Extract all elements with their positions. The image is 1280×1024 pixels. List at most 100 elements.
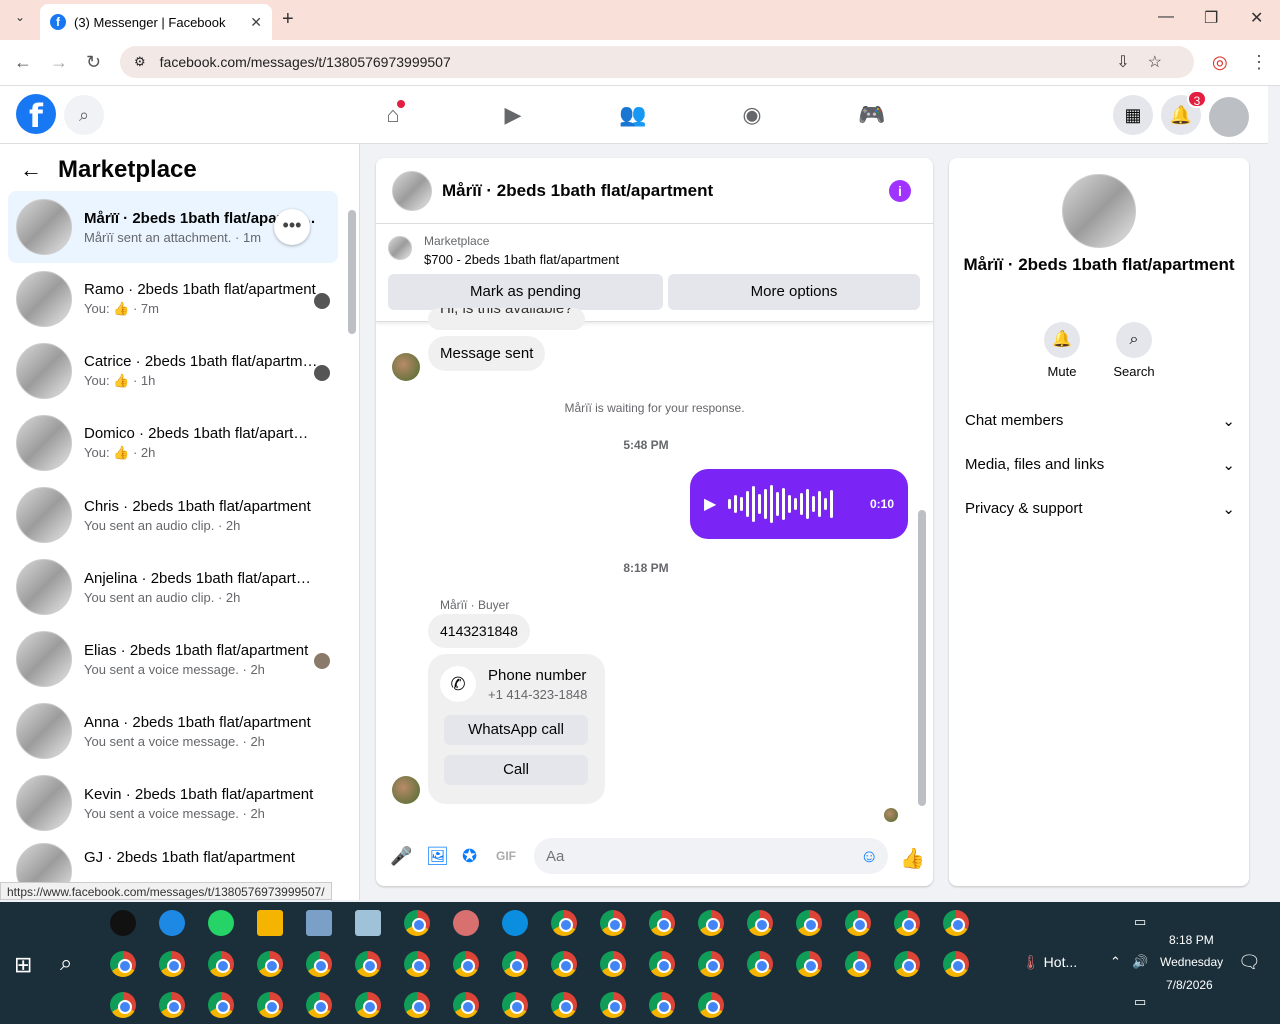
message-input[interactable] [534, 838, 888, 874]
chrome-icon[interactable] [404, 992, 430, 1018]
more-options-icon[interactable]: ••• [274, 209, 310, 245]
profile-icon[interactable]: ◎ [1212, 52, 1228, 73]
more-options-button[interactable]: More options [668, 274, 920, 310]
chrome-icon[interactable] [502, 992, 528, 1018]
chrome-icon[interactable] [208, 951, 234, 977]
chrome-icon[interactable] [208, 992, 234, 1018]
chrome-icon[interactable] [698, 910, 724, 936]
tab-search-chevron-icon[interactable]: ⌄ [8, 10, 32, 30]
chrome-icon[interactable] [600, 951, 626, 977]
forward-icon[interactable]: → [50, 52, 68, 73]
conversation-item[interactable]: Mårïï · 2beds 1bath flat/apartment Mårïï … [8, 191, 338, 263]
edge-icon[interactable] [159, 910, 185, 936]
chrome-icon[interactable] [600, 910, 626, 936]
reload-icon[interactable]: ↻ [86, 52, 101, 73]
conversation-item[interactable]: Anjelina · 2beds 1bath flat/apartment You… [8, 551, 338, 623]
gif-icon[interactable]: GIF [496, 849, 516, 863]
site-info-icon[interactable]: ⚙ [134, 54, 146, 70]
tray-chevron-icon[interactable]: ⌃ [1110, 954, 1121, 970]
minimize-icon[interactable]: — [1158, 8, 1174, 26]
conversation-item[interactable]: Ramo · 2beds 1bath flat/apartment You: 👍 … [8, 263, 338, 335]
mute-button[interactable]: 🔔 Mute [1032, 322, 1092, 379]
conversation-item[interactable]: Elias · 2beds 1bath flat/apartment You se… [8, 623, 338, 695]
account-avatar[interactable] [1209, 97, 1249, 137]
gaming-icon[interactable]: 🎮 [852, 98, 892, 132]
chrome-icon[interactable] [551, 951, 577, 977]
back-arrow-icon[interactable]: ← [20, 157, 42, 183]
mark-pending-button[interactable]: Mark as pending [388, 274, 663, 310]
chrome-icon[interactable] [698, 992, 724, 1018]
chrome-icon[interactable] [600, 992, 626, 1018]
chrome-icon[interactable] [747, 951, 773, 977]
chrome-icon[interactable] [453, 951, 479, 977]
home-icon[interactable]: ⌂ [373, 98, 413, 132]
chrome-icon[interactable] [404, 951, 430, 977]
section-media-files[interactable]: Media, files and links ⌄ [965, 456, 1235, 480]
chrome-icon[interactable] [894, 951, 920, 977]
sticker-icon[interactable]: ✪ [462, 846, 477, 867]
call-button[interactable]: Call [444, 755, 588, 785]
close-window-icon[interactable]: ✕ [1250, 8, 1263, 28]
sender-avatar[interactable] [392, 353, 420, 381]
chrome-icon[interactable] [404, 910, 430, 936]
sidebar-scrollbar[interactable] [348, 210, 356, 334]
whatsapp-icon[interactable] [208, 910, 234, 936]
chrome-icon[interactable] [698, 951, 724, 977]
chrome-icon[interactable] [257, 992, 283, 1018]
chrome-icon[interactable] [355, 951, 381, 977]
volume-icon[interactable]: 🔊 [1132, 954, 1148, 970]
conversation-item[interactable]: Catrice · 2beds 1bath flat/apartment You:… [8, 335, 338, 407]
search-button[interactable]: ⌕ Search [1104, 322, 1164, 379]
network-icon[interactable]: ▭ [1134, 994, 1146, 1010]
file-explorer-icon[interactable] [257, 910, 283, 936]
app-icon[interactable] [355, 910, 381, 936]
chrome-icon[interactable] [159, 992, 185, 1018]
windows-start-icon[interactable]: ⊞ [14, 952, 32, 978]
conversation-item[interactable]: Chris · 2beds 1bath flat/apartment You se… [8, 479, 338, 551]
conversation-item[interactable]: Domico · 2beds 1bath flat/apartment You: … [8, 407, 338, 479]
section-chat-members[interactable]: Chat members ⌄ [965, 412, 1235, 436]
install-bookmark-icons[interactable]: ⇩☆ [1116, 52, 1180, 72]
chrome-icon[interactable] [110, 951, 136, 977]
new-tab-icon[interactable]: + [282, 8, 294, 31]
emoji-icon[interactable]: ☺ [860, 846, 878, 867]
like-icon[interactable]: 👍 [900, 846, 925, 871]
tray-device-icon[interactable]: ▭ [1134, 914, 1146, 930]
url-field[interactable]: ⚙ facebook.com/messages/t/13805769739995… [120, 46, 1194, 78]
play-icon[interactable]: ▶ [704, 494, 716, 514]
chrome-icon[interactable] [551, 910, 577, 936]
conversation-item[interactable]: GJ · 2beds 1bath flat/apartment [8, 839, 338, 899]
friends-icon[interactable]: 👥 [613, 98, 653, 132]
menu-grid-icon[interactable]: ▦ [1113, 95, 1153, 135]
edge-icon[interactable] [502, 910, 528, 936]
chat-title[interactable]: Mårïï · 2beds 1bath flat/apartment [442, 181, 713, 201]
chrome-icon[interactable] [943, 951, 969, 977]
chrome-icon[interactable] [894, 910, 920, 936]
chrome-icon[interactable] [257, 951, 283, 977]
search-icon[interactable]: ⌕ [64, 95, 104, 135]
chrome-icon[interactable] [649, 992, 675, 1018]
listing-title[interactable]: $700 - 2beds 1bath flat/apartment [424, 252, 619, 267]
browser-tab[interactable]: f (3) Messenger | Facebook ✕ [40, 4, 272, 40]
groups-icon[interactable]: ◉ [732, 98, 772, 132]
chrome-icon[interactable] [845, 951, 871, 977]
search-icon[interactable]: ⌕ [60, 950, 72, 976]
chat-scrollbar[interactable] [918, 510, 926, 806]
app-icon[interactable] [306, 910, 332, 936]
microphone-icon[interactable]: 🎤 [390, 846, 412, 867]
photo-icon[interactable]: 🖼 [426, 846, 449, 867]
facebook-logo-icon[interactable]: f [16, 94, 56, 135]
section-privacy-support[interactable]: Privacy & support ⌄ [965, 500, 1235, 524]
tiktok-icon[interactable] [110, 910, 136, 936]
profile-avatar[interactable] [1062, 174, 1136, 248]
back-icon[interactable]: ← [14, 52, 32, 73]
chrome-icon[interactable] [845, 910, 871, 936]
chrome-icon[interactable] [306, 992, 332, 1018]
chrome-icon[interactable] [649, 951, 675, 977]
chrome-icon[interactable] [355, 992, 381, 1018]
chrome-icon[interactable] [796, 910, 822, 936]
restore-icon[interactable]: ❐ [1204, 8, 1218, 28]
app-icon[interactable] [453, 910, 479, 936]
chrome-icon[interactable] [453, 992, 479, 1018]
conversation-item[interactable]: Kevin · 2beds 1bath flat/apartment You se… [8, 767, 338, 839]
